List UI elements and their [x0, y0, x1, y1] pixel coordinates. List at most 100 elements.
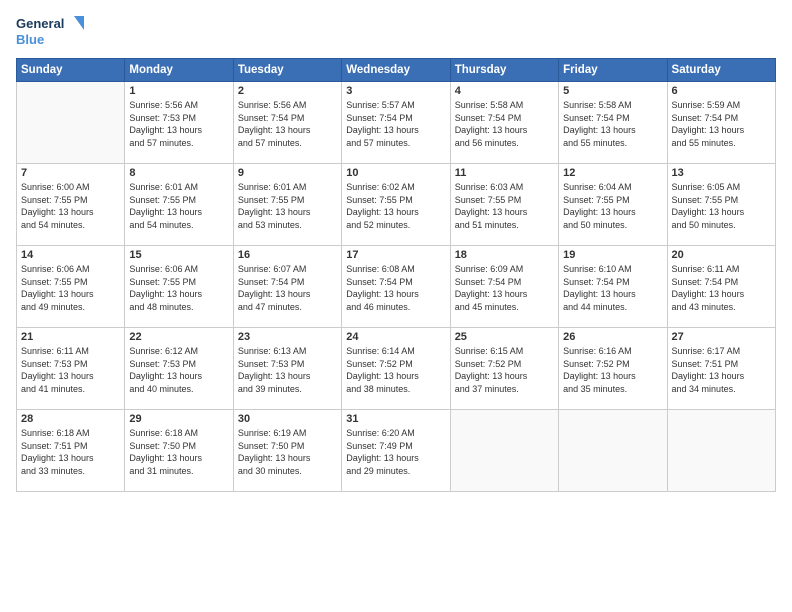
day-info: Sunrise: 6:03 AM Sunset: 7:55 PM Dayligh…: [455, 181, 554, 231]
day-number: 13: [672, 167, 771, 179]
col-header-saturday: Saturday: [667, 59, 775, 82]
col-header-monday: Monday: [125, 59, 233, 82]
day-info: Sunrise: 6:02 AM Sunset: 7:55 PM Dayligh…: [346, 181, 445, 231]
calendar-cell: 21 Sunrise: 6:11 AM Sunset: 7:53 PM Dayli…: [17, 328, 125, 410]
calendar-cell: 2 Sunrise: 5:56 AM Sunset: 7:54 PM Daylig…: [233, 82, 341, 164]
day-number: 11: [455, 167, 554, 179]
day-info: Sunrise: 6:00 AM Sunset: 7:55 PM Dayligh…: [21, 181, 120, 231]
day-info: Sunrise: 6:13 AM Sunset: 7:53 PM Dayligh…: [238, 345, 337, 395]
day-info: Sunrise: 5:58 AM Sunset: 7:54 PM Dayligh…: [455, 99, 554, 149]
day-info: Sunrise: 6:05 AM Sunset: 7:55 PM Dayligh…: [672, 181, 771, 231]
calendar-table: SundayMondayTuesdayWednesdayThursdayFrid…: [16, 58, 776, 492]
calendar-cell: 27 Sunrise: 6:17 AM Sunset: 7:51 PM Dayli…: [667, 328, 775, 410]
day-number: 12: [563, 167, 662, 179]
calendar-cell: 29 Sunrise: 6:18 AM Sunset: 7:50 PM Dayli…: [125, 410, 233, 492]
day-number: 27: [672, 331, 771, 343]
day-info: Sunrise: 5:56 AM Sunset: 7:53 PM Dayligh…: [129, 99, 228, 149]
calendar-cell: 12 Sunrise: 6:04 AM Sunset: 7:55 PM Dayli…: [559, 164, 667, 246]
svg-text:Blue: Blue: [16, 32, 44, 47]
day-info: Sunrise: 6:08 AM Sunset: 7:54 PM Dayligh…: [346, 263, 445, 313]
calendar-cell: 7 Sunrise: 6:00 AM Sunset: 7:55 PM Daylig…: [17, 164, 125, 246]
day-number: 21: [21, 331, 120, 343]
calendar-cell: [450, 410, 558, 492]
day-info: Sunrise: 6:06 AM Sunset: 7:55 PM Dayligh…: [21, 263, 120, 313]
day-number: 15: [129, 249, 228, 261]
day-info: Sunrise: 6:09 AM Sunset: 7:54 PM Dayligh…: [455, 263, 554, 313]
day-number: 10: [346, 167, 445, 179]
day-info: Sunrise: 6:04 AM Sunset: 7:55 PM Dayligh…: [563, 181, 662, 231]
day-number: 1: [129, 85, 228, 97]
calendar-cell: 13 Sunrise: 6:05 AM Sunset: 7:55 PM Dayli…: [667, 164, 775, 246]
calendar-cell: 22Sunrise: 6:12 AM Sunset: 7:53 PM Dayli…: [125, 328, 233, 410]
week-row-4: 21 Sunrise: 6:11 AM Sunset: 7:53 PM Dayli…: [17, 328, 776, 410]
day-number: 31: [346, 413, 445, 425]
day-info: Sunrise: 6:19 AM Sunset: 7:50 PM Dayligh…: [238, 427, 337, 477]
day-info: Sunrise: 6:07 AM Sunset: 7:54 PM Dayligh…: [238, 263, 337, 313]
svg-text:General: General: [16, 16, 64, 31]
week-row-2: 7 Sunrise: 6:00 AM Sunset: 7:55 PM Daylig…: [17, 164, 776, 246]
day-info: Sunrise: 5:58 AM Sunset: 7:54 PM Dayligh…: [563, 99, 662, 149]
calendar-cell: 5 Sunrise: 5:58 AM Sunset: 7:54 PM Daylig…: [559, 82, 667, 164]
calendar-cell: [667, 410, 775, 492]
day-info: Sunrise: 6:18 AM Sunset: 7:50 PM Dayligh…: [129, 427, 228, 477]
header: General Blue: [16, 12, 776, 52]
calendar-cell: 1 Sunrise: 5:56 AM Sunset: 7:53 PM Daylig…: [125, 82, 233, 164]
day-number: 30: [238, 413, 337, 425]
col-header-tuesday: Tuesday: [233, 59, 341, 82]
col-header-sunday: Sunday: [17, 59, 125, 82]
col-header-thursday: Thursday: [450, 59, 558, 82]
day-number: 18: [455, 249, 554, 261]
day-info: Sunrise: 6:06 AM Sunset: 7:55 PM Dayligh…: [129, 263, 228, 313]
day-number: 24: [346, 331, 445, 343]
calendar-cell: 14 Sunrise: 6:06 AM Sunset: 7:55 PM Dayli…: [17, 246, 125, 328]
day-info: Sunrise: 6:01 AM Sunset: 7:55 PM Dayligh…: [129, 181, 228, 231]
calendar-cell: 18 Sunrise: 6:09 AM Sunset: 7:54 PM Dayli…: [450, 246, 558, 328]
calendar-cell: 8 Sunrise: 6:01 AM Sunset: 7:55 PM Daylig…: [125, 164, 233, 246]
day-number: 26: [563, 331, 662, 343]
day-number: 8: [129, 167, 228, 179]
day-number: 17: [346, 249, 445, 261]
col-header-wednesday: Wednesday: [342, 59, 450, 82]
day-number: 20: [672, 249, 771, 261]
calendar-cell: 15 Sunrise: 6:06 AM Sunset: 7:55 PM Dayli…: [125, 246, 233, 328]
day-number: 28: [21, 413, 120, 425]
day-number: 3: [346, 85, 445, 97]
day-number: 7: [21, 167, 120, 179]
day-info: Sunrise: 6:18 AM Sunset: 7:51 PM Dayligh…: [21, 427, 120, 477]
week-row-5: 28 Sunrise: 6:18 AM Sunset: 7:51 PM Dayli…: [17, 410, 776, 492]
day-info: Sunrise: 5:57 AM Sunset: 7:54 PM Dayligh…: [346, 99, 445, 149]
calendar-cell: [559, 410, 667, 492]
day-info: Sunrise: 6:01 AM Sunset: 7:55 PM Dayligh…: [238, 181, 337, 231]
day-number: 23: [238, 331, 337, 343]
calendar-cell: 25 Sunrise: 6:15 AM Sunset: 7:52 PM Dayli…: [450, 328, 558, 410]
day-number: 29: [129, 413, 228, 425]
day-info: Sunrise: 6:11 AM Sunset: 7:53 PM Dayligh…: [21, 345, 120, 395]
day-number: 25: [455, 331, 554, 343]
day-number: 16: [238, 249, 337, 261]
day-number: 5: [563, 85, 662, 97]
logo: General Blue: [16, 12, 86, 52]
calendar-cell: 10 Sunrise: 6:02 AM Sunset: 7:55 PM Dayli…: [342, 164, 450, 246]
calendar-cell: 20 Sunrise: 6:11 AM Sunset: 7:54 PM Dayli…: [667, 246, 775, 328]
day-info: Sunrise: 6:12 AM Sunset: 7:53 PM Dayligh…: [129, 345, 228, 395]
day-number: 4: [455, 85, 554, 97]
calendar-cell: 6Sunrise: 5:59 AM Sunset: 7:54 PM Daylig…: [667, 82, 775, 164]
day-number: 2: [238, 85, 337, 97]
calendar-cell: 26Sunrise: 6:16 AM Sunset: 7:52 PM Dayli…: [559, 328, 667, 410]
day-info: Sunrise: 6:11 AM Sunset: 7:54 PM Dayligh…: [672, 263, 771, 313]
calendar-cell: 31Sunrise: 6:20 AM Sunset: 7:49 PM Dayli…: [342, 410, 450, 492]
day-number: 14: [21, 249, 120, 261]
calendar-cell: 19Sunrise: 6:10 AM Sunset: 7:54 PM Dayli…: [559, 246, 667, 328]
day-info: Sunrise: 6:17 AM Sunset: 7:51 PM Dayligh…: [672, 345, 771, 395]
page-container: General Blue SundayMondayTuesdayWednesda…: [0, 0, 792, 500]
calendar-cell: 3 Sunrise: 5:57 AM Sunset: 7:54 PM Daylig…: [342, 82, 450, 164]
calendar-cell: 28 Sunrise: 6:18 AM Sunset: 7:51 PM Dayli…: [17, 410, 125, 492]
day-info: Sunrise: 6:14 AM Sunset: 7:52 PM Dayligh…: [346, 345, 445, 395]
day-info: Sunrise: 5:56 AM Sunset: 7:54 PM Dayligh…: [238, 99, 337, 149]
day-info: Sunrise: 6:15 AM Sunset: 7:52 PM Dayligh…: [455, 345, 554, 395]
day-info: Sunrise: 5:59 AM Sunset: 7:54 PM Dayligh…: [672, 99, 771, 149]
header-row: SundayMondayTuesdayWednesdayThursdayFrid…: [17, 59, 776, 82]
week-row-1: 1 Sunrise: 5:56 AM Sunset: 7:53 PM Daylig…: [17, 82, 776, 164]
day-info: Sunrise: 6:10 AM Sunset: 7:54 PM Dayligh…: [563, 263, 662, 313]
calendar-cell: 17 Sunrise: 6:08 AM Sunset: 7:54 PM Dayli…: [342, 246, 450, 328]
